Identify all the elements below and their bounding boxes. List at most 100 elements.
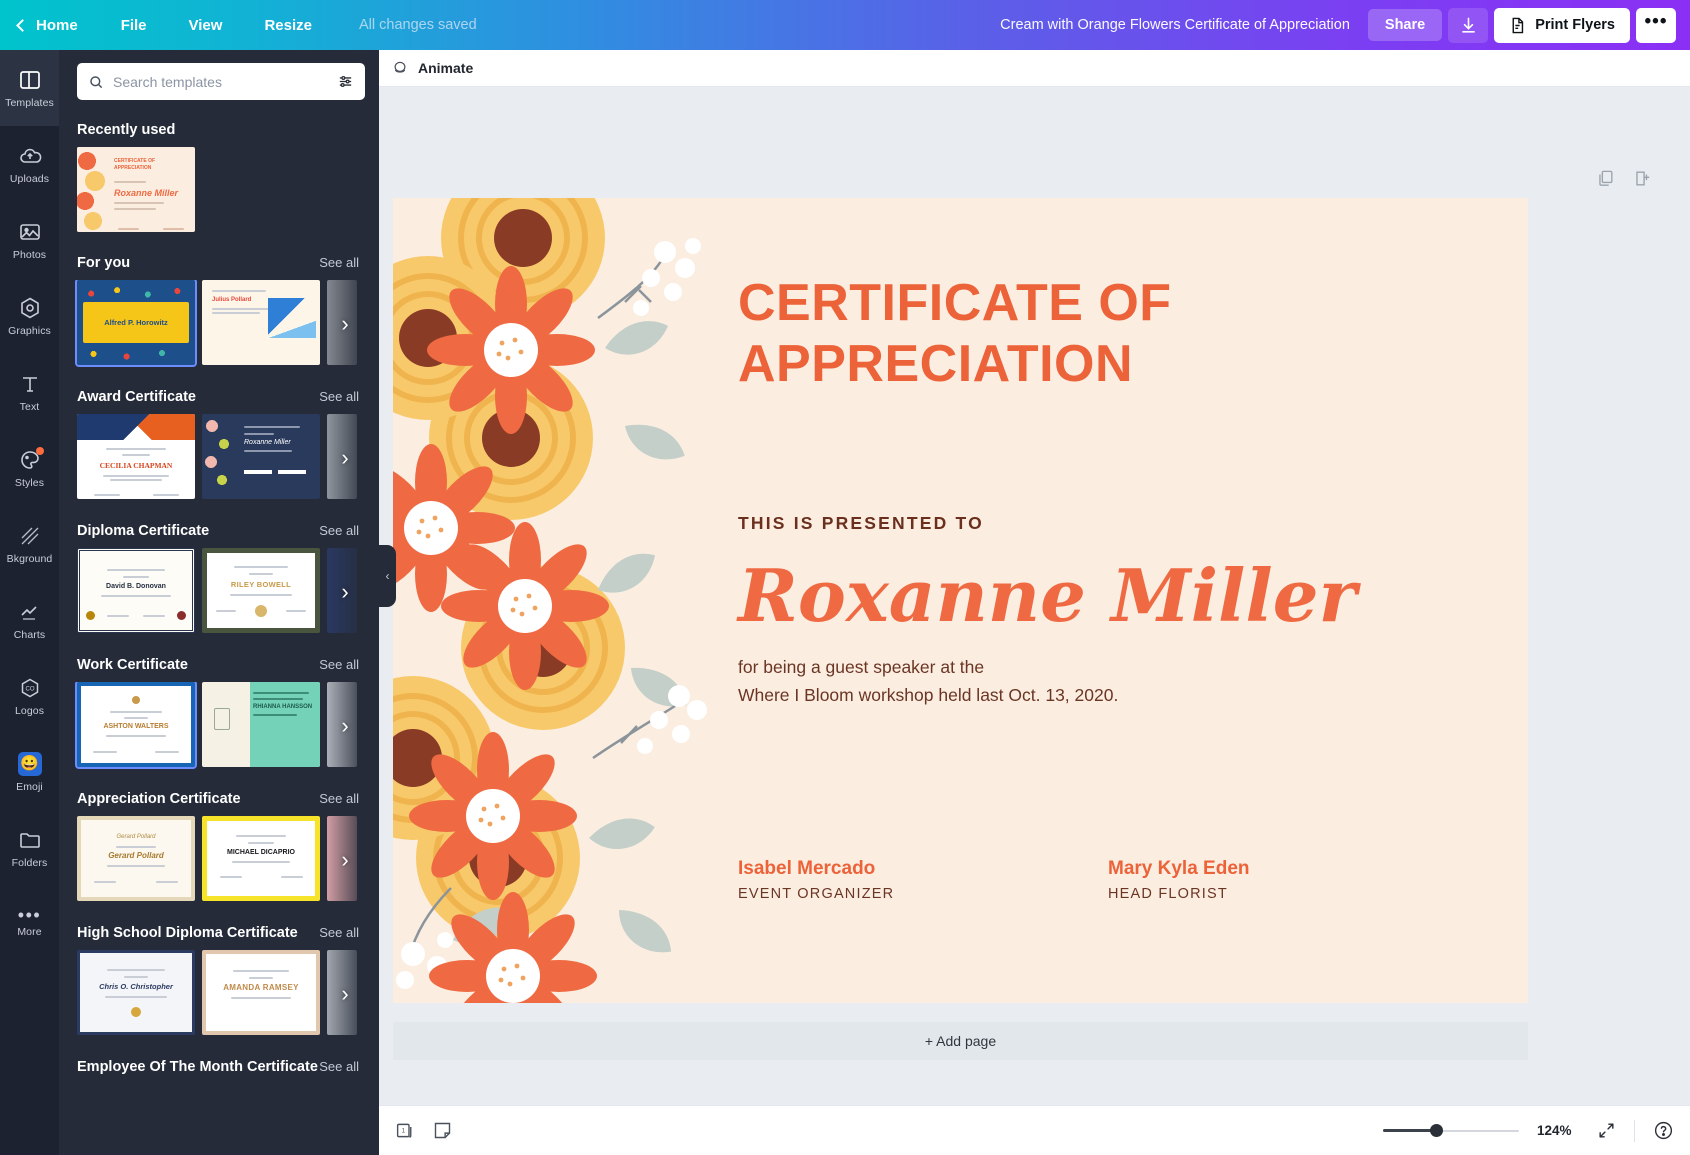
animate-label[interactable]: Animate bbox=[418, 60, 473, 76]
carousel-next-button[interactable]: › bbox=[333, 441, 357, 475]
zoom-level[interactable]: 124% bbox=[1537, 1123, 1579, 1138]
template-thumb[interactable]: David B. Donovan bbox=[77, 548, 195, 633]
duplicate-icon[interactable] bbox=[1596, 169, 1615, 188]
rail-label-styles: Styles bbox=[15, 477, 44, 489]
download-button[interactable] bbox=[1448, 8, 1488, 43]
see-all-link[interactable]: See all bbox=[319, 1059, 359, 1074]
thumb-body: David B. Donovan bbox=[86, 567, 186, 620]
pages-icon[interactable]: 1 bbox=[395, 1120, 416, 1141]
canvas-page-tools bbox=[1596, 169, 1652, 188]
certificate-body-text[interactable]: for being a guest speaker at the Where I… bbox=[738, 653, 1118, 710]
zoom-slider[interactable] bbox=[1383, 1124, 1519, 1138]
certificate-recipient-name[interactable]: Roxanne Miller bbox=[738, 553, 1357, 638]
bottom-bar: 1 124% bbox=[379, 1105, 1690, 1155]
zoom-slider-knob[interactable] bbox=[1430, 1124, 1443, 1137]
signature-name: Mary Kyla Eden bbox=[1108, 858, 1478, 880]
background-icon bbox=[18, 524, 42, 548]
rail-item-bkground[interactable]: Bkground bbox=[0, 506, 59, 582]
help-icon[interactable] bbox=[1653, 1120, 1674, 1141]
thumb-body: AMANDA RAMSEY bbox=[206, 954, 316, 999]
section-title: Appreciation Certificate bbox=[77, 791, 241, 807]
document-title[interactable]: Cream with Orange Flowers Certificate of… bbox=[1000, 17, 1350, 33]
rail-label-text: Text bbox=[20, 401, 40, 413]
template-thumb[interactable]: ASHTON WALTERS bbox=[77, 682, 195, 767]
thumb-name: David B. Donovan bbox=[86, 583, 186, 590]
rail-label-folders: Folders bbox=[12, 857, 48, 869]
print-flyers-button[interactable]: Print Flyers bbox=[1494, 8, 1630, 43]
see-all-link[interactable]: See all bbox=[319, 791, 359, 806]
thumb-name: AMANDA RAMSEY bbox=[206, 983, 316, 992]
expand-icon[interactable] bbox=[1597, 1121, 1616, 1140]
section-header-award-certificate: Award Certificate See all bbox=[59, 373, 379, 414]
template-thumb[interactable]: Julius Pollard bbox=[202, 280, 320, 365]
rail-label-photos: Photos bbox=[13, 249, 46, 261]
filter-sliders-icon[interactable] bbox=[337, 73, 354, 90]
carousel-next-button[interactable]: › bbox=[333, 977, 357, 1011]
rail-item-graphics[interactable]: Graphics bbox=[0, 278, 59, 354]
collapse-panel-button[interactable]: ‹ bbox=[379, 545, 396, 607]
see-all-link[interactable]: See all bbox=[319, 255, 359, 270]
thumb-body: ASHTON WALTERS bbox=[81, 686, 191, 763]
editor-area: Animate bbox=[379, 50, 1690, 1155]
thumb-row-diploma-certificate: David B. Donovan RILEY BOWELL bbox=[59, 548, 379, 641]
section-title: Recently used bbox=[77, 122, 175, 138]
template-thumb[interactable]: RILEY BOWELL bbox=[202, 548, 320, 633]
canvas-area: CERTIFICATE OF APPRECIATION THIS IS PRES… bbox=[379, 87, 1690, 1105]
add-page-button[interactable]: + Add page bbox=[393, 1022, 1528, 1060]
template-thumb[interactable]: MICHAEL DICAPRIO bbox=[202, 816, 320, 901]
certificate-presented-to[interactable]: THIS IS PRESENTED TO bbox=[738, 513, 984, 534]
rail-item-styles[interactable]: Styles bbox=[0, 430, 59, 506]
search-input[interactable] bbox=[113, 74, 328, 90]
rail-item-uploads[interactable]: Uploads bbox=[0, 126, 59, 202]
thumb-row-recently-used: CERTIFICATE OF APPRECIATION Roxanne Mill… bbox=[59, 147, 379, 239]
rail-item-charts[interactable]: Charts bbox=[0, 582, 59, 658]
certificate-title-line1: CERTIFICATE OF bbox=[738, 273, 1172, 334]
carousel-next-button[interactable]: › bbox=[333, 709, 357, 743]
rail-item-photos[interactable]: Photos bbox=[0, 202, 59, 278]
certificate-canvas[interactable]: CERTIFICATE OF APPRECIATION THIS IS PRES… bbox=[393, 198, 1528, 1003]
search-box[interactable] bbox=[77, 63, 365, 100]
carousel-next-button[interactable]: › bbox=[333, 575, 357, 609]
carousel-next-button[interactable]: › bbox=[333, 307, 357, 341]
top-bar-left: Home File View Resize All changes saved bbox=[0, 0, 477, 50]
see-all-link[interactable]: See all bbox=[319, 389, 359, 404]
template-thumb[interactable]: Chris O. Christopher bbox=[77, 950, 195, 1035]
signature-block[interactable]: Mary Kyla Eden HEAD FLORIST bbox=[1108, 858, 1478, 902]
rail-item-logos[interactable]: CO Logos bbox=[0, 658, 59, 734]
rail-item-emoji[interactable]: 😀 Emoji bbox=[0, 734, 59, 810]
template-thumb[interactable]: CERTIFICATE OF APPRECIATION Roxanne Mill… bbox=[77, 147, 195, 232]
rail-label-charts: Charts bbox=[14, 629, 46, 641]
bottom-bar-right: 124% bbox=[1383, 1120, 1674, 1142]
template-thumb[interactable]: Roxanne Miller bbox=[202, 414, 320, 499]
menu-resize[interactable]: Resize bbox=[243, 0, 333, 50]
see-all-link[interactable]: See all bbox=[319, 925, 359, 940]
share-button[interactable]: Share bbox=[1368, 9, 1442, 41]
notes-icon[interactable] bbox=[432, 1120, 453, 1141]
template-thumb[interactable]: Alfred P. Horowitz bbox=[77, 280, 195, 365]
share-page-icon[interactable] bbox=[1633, 169, 1652, 188]
signature-block[interactable]: Isabel Mercado EVENT ORGANIZER bbox=[738, 858, 1108, 902]
download-icon bbox=[1459, 16, 1478, 35]
home-button[interactable]: Home bbox=[0, 0, 100, 50]
template-thumb[interactable]: AMANDA RAMSEY bbox=[202, 950, 320, 1035]
menu-view[interactable]: View bbox=[168, 0, 244, 50]
more-options-button[interactable]: ••• bbox=[1636, 8, 1676, 43]
thumb-body: CERTIFICATE OF APPRECIATION Roxanne Mill… bbox=[114, 158, 188, 232]
thumb-title: CERTIFICATE OF APPRECIATION bbox=[114, 158, 188, 172]
thumb-name: Gerard Pollard bbox=[81, 851, 191, 860]
rail-item-more[interactable]: ••• More bbox=[0, 886, 59, 962]
menu-file[interactable]: File bbox=[100, 0, 168, 50]
rail-label-uploads: Uploads bbox=[10, 173, 49, 185]
carousel-next-button[interactable]: › bbox=[333, 843, 357, 877]
rail-item-folders[interactable]: Folders bbox=[0, 810, 59, 886]
rail-item-templates[interactable]: Templates bbox=[0, 50, 59, 126]
menu-view-label: View bbox=[189, 17, 223, 34]
template-thumb[interactable]: Gerard Pollard Gerard Pollard bbox=[77, 816, 195, 901]
template-thumb[interactable]: RHIANNA HANSSON bbox=[202, 682, 320, 767]
see-all-link[interactable]: See all bbox=[319, 657, 359, 672]
rail-item-text[interactable]: Text bbox=[0, 354, 59, 430]
certificate-title[interactable]: CERTIFICATE OF APPRECIATION bbox=[738, 273, 1172, 396]
certificate-artwork: CERTIFICATE OF APPRECIATION THIS IS PRES… bbox=[393, 198, 1528, 1003]
see-all-link[interactable]: See all bbox=[319, 523, 359, 538]
template-thumb[interactable]: CECILIA CHAPMAN bbox=[77, 414, 195, 499]
